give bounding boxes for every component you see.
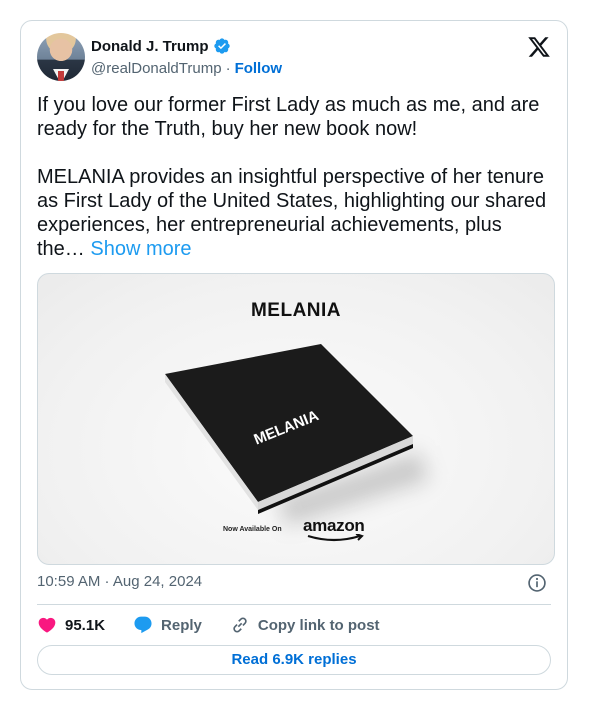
author-avatar[interactable] [37,33,85,81]
handle-separator: · [225,60,231,77]
verified-badge-icon [213,38,230,54]
like-count: 95.1K [65,616,106,634]
available-on-text: Now Available On [223,526,282,533]
post-media-image[interactable]: MELANIA MELANIA Now Available On amazon [37,273,555,565]
reply-label: Reply [161,616,202,634]
read-replies-button[interactable]: Read 6.9K replies [37,645,551,675]
media-title: MELANIA [250,300,342,321]
divider [37,604,551,605]
follow-link[interactable]: Follow [235,60,283,77]
heart-icon [38,617,56,633]
avatar-tie [58,71,64,81]
amazon-logo-text: amazon [303,516,365,535]
embedded-post-card: Donald J. Trump @realDonaldTrump · Follo… [20,20,568,690]
copy-link-button[interactable]: Copy link to post [230,615,380,635]
amazon-smile-icon [307,534,364,542]
copy-link-label: Copy link to post [257,616,380,634]
x-logo-icon[interactable] [527,35,551,59]
author-name[interactable]: Donald J. Trump [91,38,209,55]
author-name-row: Donald J. Trump [91,37,231,55]
info-icon[interactable] [527,573,547,593]
post-paragraph-1: If you love our former First Lady as muc… [37,94,540,140]
book-illustration: MELANIA [165,344,413,514]
author-handle[interactable]: @realDonaldTrump [91,60,222,77]
like-button[interactable]: 95.1K [37,615,105,635]
post-text: If you love our former First Lady as muc… [37,93,553,261]
author-handle-row: @realDonaldTrump · Follow [91,60,282,77]
speech-bubble-icon [134,616,152,634]
post-timestamp[interactable]: 10:59 AM · Aug 24, 2024 [37,573,202,590]
reply-button[interactable]: Reply [133,615,202,635]
show-more-link[interactable]: Show more [90,238,191,260]
post-paragraph-2: MELANIA provides an insightful perspecti… [37,165,553,261]
link-icon [233,617,247,633]
action-bar: 95.1K Reply Copy link to post [37,613,408,637]
